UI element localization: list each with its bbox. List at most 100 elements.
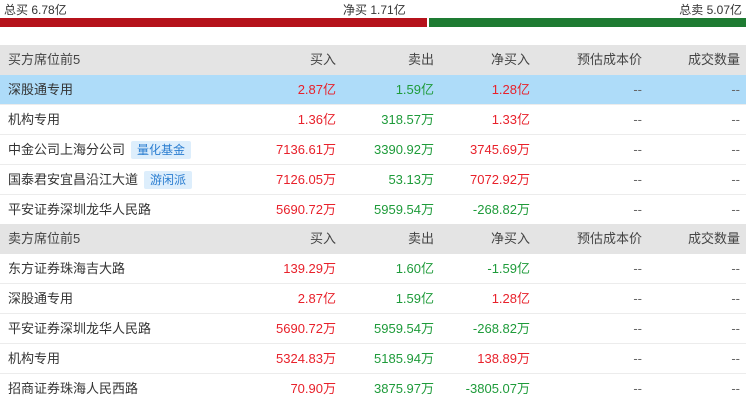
seat-name[interactable]: 平安证券深圳龙华人民路 <box>8 321 151 336</box>
table-row[interactable]: 国泰君安宜昌沿江大道 游闲派 7126.05万 53.13万 7072.92万 -- -- <box>0 165 746 195</box>
est-cost: -- <box>633 291 642 306</box>
total-buy-label: 总买 6.78亿 <box>4 3 67 17</box>
sell-amount: 5959.54万 <box>374 321 434 336</box>
sell-amount: 1.59亿 <box>395 82 434 97</box>
seat-name-cell: 深股通专用 <box>8 284 73 314</box>
seat-name[interactable]: 东方证券珠海吉大路 <box>8 261 125 276</box>
volume: -- <box>731 112 740 127</box>
sell-seats-table: 卖方席位前5 买入 卖出 净买入 预估成本价 成交数量 东方证券珠海吉大路 139… <box>0 224 746 400</box>
table-row[interactable]: 中金公司上海分公司 量化基金 7136.61万 3390.92万 3745.69万 -- -… <box>0 135 746 165</box>
seat-name-cell: 深股通专用 <box>8 75 73 105</box>
net-buy-amount: 138.89万 <box>477 351 530 366</box>
volume: -- <box>731 82 740 97</box>
net-buy-amount: 3745.69万 <box>470 142 530 157</box>
seat-name-cell: 国泰君安宜昌沿江大道 游闲派 <box>8 165 193 195</box>
net-buy-amount: -3805.07万 <box>465 381 530 396</box>
est-cost: -- <box>633 321 642 336</box>
sell-amount: 5959.54万 <box>374 202 434 217</box>
buy-seats-table: 买方席位前5 买入 卖出 净买入 预估成本价 成交数量 深股通专用 2.87亿 1.… <box>0 45 746 225</box>
seat-name[interactable]: 平安证券深圳龙华人民路 <box>8 202 151 217</box>
table-row[interactable]: 深股通专用 2.87亿 1.59亿 1.28亿 -- -- <box>0 75 746 105</box>
net-buy-amount: -1.59亿 <box>487 261 530 276</box>
volume: -- <box>731 291 740 306</box>
volume: -- <box>731 202 740 217</box>
net-buy-amount: -268.82万 <box>472 202 530 217</box>
table-row[interactable]: 机构专用 1.36亿 318.57万 1.33亿 -- -- <box>0 105 746 135</box>
volume: -- <box>731 172 740 187</box>
buy-sell-ratio-bar <box>0 18 746 27</box>
est-cost: -- <box>633 381 642 396</box>
net-buy-amount: 1.28亿 <box>491 82 530 97</box>
seat-name[interactable]: 国泰君安宜昌沿江大道 <box>8 172 138 187</box>
buy-amount: 2.87亿 <box>297 82 336 97</box>
volume: -- <box>731 261 740 276</box>
header-est-cost: 预估成本价 <box>576 52 642 67</box>
header-buy: 买入 <box>309 231 336 246</box>
est-cost: -- <box>633 82 642 97</box>
table-row[interactable]: 深股通专用 2.87亿 1.59亿 1.28亿 -- -- <box>0 284 746 314</box>
seat-name-cell: 中金公司上海分公司 量化基金 <box>8 135 192 165</box>
net-buy-amount: 7072.92万 <box>470 172 530 187</box>
table-row[interactable]: 机构专用 5324.83万 5185.94万 138.89万 -- -- <box>0 344 746 374</box>
seat-tag-badge[interactable]: 量化基金 <box>131 140 192 159</box>
net-buy-amount: 1.28亿 <box>491 291 530 306</box>
sell-amount: 3390.92万 <box>374 142 434 157</box>
seat-tag-badge[interactable]: 游闲派 <box>144 170 193 189</box>
seat-name-cell: 平安证券深圳龙华人民路 <box>8 314 151 344</box>
volume: -- <box>731 381 740 396</box>
seat-name-cell: 机构专用 <box>8 105 60 135</box>
seat-name[interactable]: 招商证券珠海人民西路 <box>8 381 138 396</box>
net-buy-amount: 1.33亿 <box>491 112 530 127</box>
seat-name-cell: 东方证券珠海吉大路 <box>8 254 125 284</box>
table-row[interactable]: 东方证券珠海吉大路 139.29万 1.60亿 -1.59亿 -- -- <box>0 254 746 284</box>
total-sell-label: 总卖 5.07亿 <box>679 3 742 17</box>
buy-amount: 2.87亿 <box>297 291 336 306</box>
seat-name[interactable]: 深股通专用 <box>8 291 73 306</box>
buy-amount: 7136.61万 <box>276 142 336 157</box>
seat-name-cell: 平安证券深圳龙华人民路 <box>8 195 151 225</box>
buy-amount: 5690.72万 <box>276 321 336 336</box>
seat-name[interactable]: 深股通专用 <box>8 82 73 97</box>
buy-amount: 5690.72万 <box>276 202 336 217</box>
net-buy-label: 净买 1.71亿 <box>343 3 406 17</box>
buy-amount: 1.36亿 <box>297 112 336 127</box>
seat-name[interactable]: 机构专用 <box>8 351 60 366</box>
est-cost: -- <box>633 112 642 127</box>
est-cost: -- <box>633 351 642 366</box>
sell-table-header: 卖方席位前5 买入 卖出 净买入 预估成本价 成交数量 <box>0 224 746 254</box>
table-row[interactable]: 招商证券珠海人民西路 70.90万 3875.97万 -3805.07万 -- -- <box>0 374 746 400</box>
header-sell: 卖出 <box>407 52 434 67</box>
sell-amount: 1.60亿 <box>395 261 434 276</box>
sell-ratio-segment <box>428 18 746 27</box>
table-row[interactable]: 平安证券深圳龙华人民路 5690.72万 5959.54万 -268.82万 -- -- <box>0 195 746 225</box>
header-seat-name: 买方席位前5 <box>8 52 81 67</box>
sell-amount: 3875.97万 <box>374 381 434 396</box>
sell-amount: 5185.94万 <box>374 351 434 366</box>
header-buy: 买入 <box>309 52 336 67</box>
buy-amount: 70.90万 <box>290 381 336 396</box>
est-cost: -- <box>633 261 642 276</box>
header-net-buy: 净买入 <box>490 52 530 67</box>
volume: -- <box>731 142 740 157</box>
est-cost: -- <box>633 142 642 157</box>
seat-name[interactable]: 机构专用 <box>8 112 60 127</box>
header-volume: 成交数量 <box>687 231 740 246</box>
net-buy-amount: -268.82万 <box>472 321 530 336</box>
sell-amount: 1.59亿 <box>395 291 434 306</box>
volume: -- <box>731 351 740 366</box>
buy-amount: 7126.05万 <box>276 172 336 187</box>
trade-summary: 总买 6.78亿 净买 1.71亿 总卖 5.07亿 <box>0 0 746 17</box>
header-sell: 卖出 <box>407 231 434 246</box>
buy-ratio-segment <box>0 18 427 27</box>
est-cost: -- <box>633 172 642 187</box>
buy-amount: 5324.83万 <box>276 351 336 366</box>
seat-name-cell: 招商证券珠海人民西路 <box>8 374 138 400</box>
est-cost: -- <box>633 202 642 217</box>
header-est-cost: 预估成本价 <box>576 231 642 246</box>
seat-name[interactable]: 中金公司上海分公司 <box>8 142 125 157</box>
header-seat-name: 卖方席位前5 <box>8 231 81 246</box>
header-volume: 成交数量 <box>687 52 740 67</box>
sell-amount: 318.57万 <box>381 112 434 127</box>
header-net-buy: 净买入 <box>490 231 530 246</box>
table-row[interactable]: 平安证券深圳龙华人民路 5690.72万 5959.54万 -268.82万 -- -- <box>0 314 746 344</box>
